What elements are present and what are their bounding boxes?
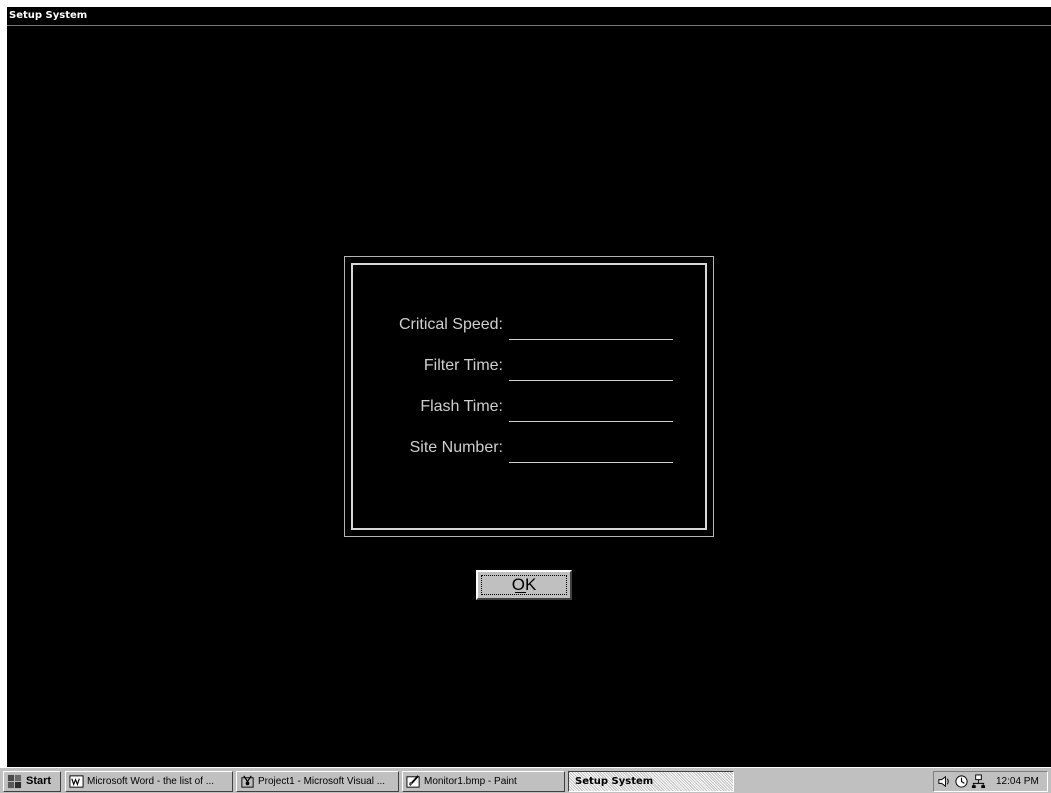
speaker-icon[interactable] (937, 774, 952, 789)
site-number-label: Site Number: (409, 439, 503, 456)
start-button[interactable]: Start (3, 771, 61, 792)
taskbar-button-label: Microsoft Word - the list of ... (87, 776, 215, 787)
clock[interactable]: 12:04 PM (996, 772, 1039, 791)
critical-speed-label: Critical Speed: (398, 316, 503, 333)
desktop-screen: Setup System Critical Speed: Filter Time… (0, 0, 1051, 793)
paint-icon (406, 775, 420, 788)
filter-time-input[interactable] (509, 359, 673, 381)
taskbar-button-visual-basic[interactable]: Project1 - Microsoft Visual ... (236, 771, 399, 792)
taskbar-button-word[interactable]: Microsoft Word - the list of ... (65, 771, 233, 792)
critical-speed-input[interactable] (509, 318, 673, 340)
scheduler-icon[interactable] (954, 774, 969, 789)
word-icon (69, 775, 84, 788)
ok-button[interactable]: OK (476, 570, 572, 600)
ok-button-label: OK (511, 575, 537, 594)
window-title-bar[interactable]: Setup System (7, 7, 1051, 26)
taskbar-button-label: Setup System (575, 776, 654, 787)
network-icon[interactable] (971, 774, 986, 789)
visual-basic-icon (241, 775, 254, 788)
taskbar: Start Microsoft Word - the list of ... P… (0, 767, 1051, 793)
taskbar-button-label: Monitor1.bmp - Paint (424, 776, 517, 787)
filter-time-label: Filter Time: (423, 357, 503, 374)
settings-frame (351, 263, 707, 530)
taskbar-button-paint[interactable]: Monitor1.bmp - Paint (402, 771, 565, 792)
flash-time-label: Flash Time: (420, 398, 503, 415)
taskbar-button-label: Project1 - Microsoft Visual ... (258, 776, 386, 787)
ok-accelerator-underline (515, 592, 526, 593)
system-tray: 12:04 PM (933, 771, 1048, 792)
setup-system-window: Setup System Critical Speed: Filter Time… (7, 7, 1051, 767)
taskbar-button-setup-system[interactable]: Setup System (568, 771, 734, 792)
window-title: Setup System (9, 10, 88, 21)
start-label: Start (26, 775, 52, 787)
site-number-input[interactable] (509, 441, 673, 463)
flash-time-input[interactable] (509, 400, 673, 422)
windows-logo-icon (7, 774, 22, 789)
